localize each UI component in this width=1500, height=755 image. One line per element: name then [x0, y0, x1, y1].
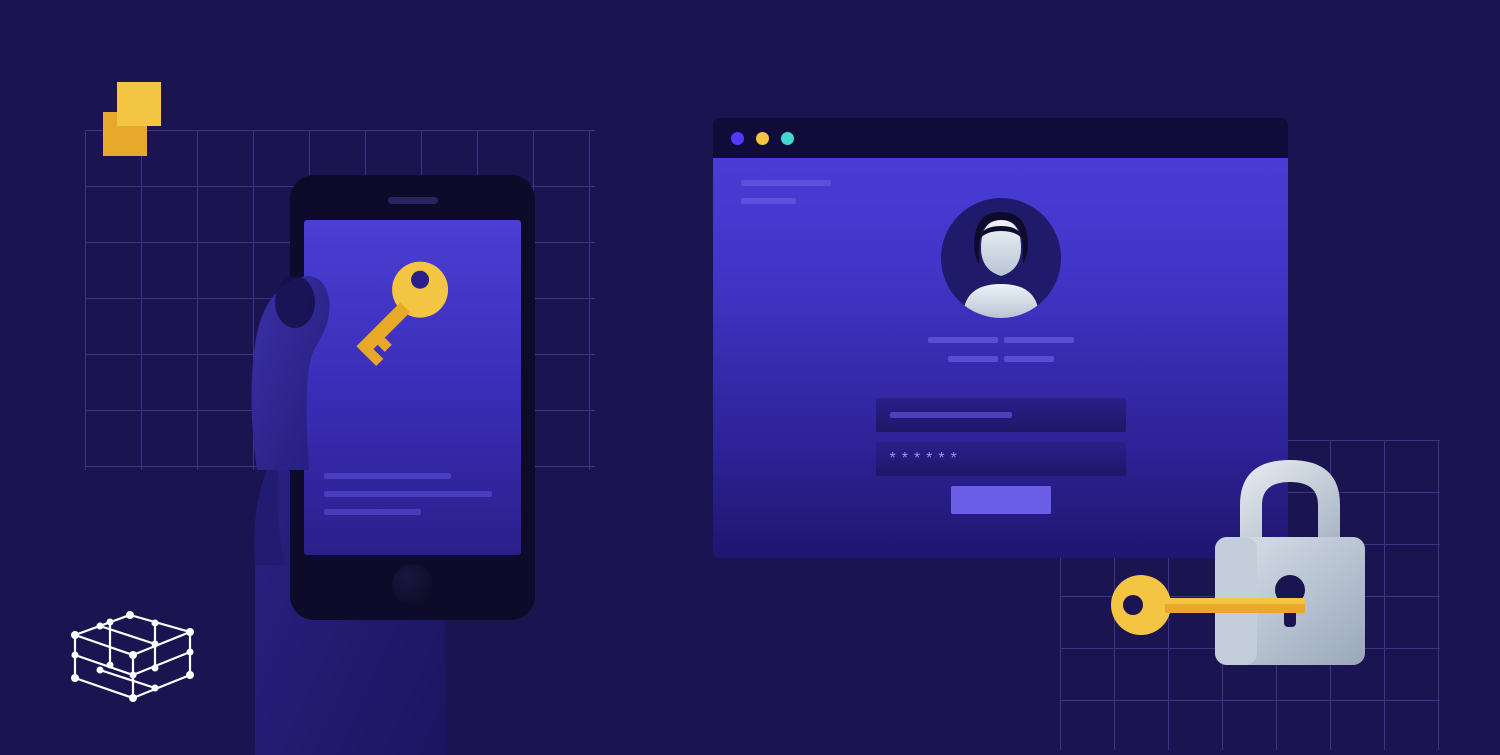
overlap-squares-icon [103, 82, 183, 162]
phone-with-hand-illustration [185, 175, 605, 755]
thumb-icon [247, 270, 347, 470]
phone-text-placeholder [324, 473, 501, 527]
phone-home-button [392, 564, 434, 606]
header-line-placeholder [741, 198, 796, 204]
traffic-light-minimize-icon [756, 132, 769, 145]
traffic-light-zoom-icon [781, 132, 794, 145]
username-input[interactable] [876, 398, 1126, 432]
login-form: ****** [876, 398, 1126, 514]
phone-speaker [388, 197, 438, 204]
key-icon [1105, 560, 1305, 650]
input-value-placeholder [890, 412, 1012, 418]
password-mask: ****** [890, 451, 963, 467]
password-input[interactable]: ****** [876, 442, 1126, 476]
header-line-placeholder [741, 180, 831, 186]
browser-titlebar [713, 118, 1288, 158]
login-button[interactable] [951, 486, 1051, 514]
user-name-placeholder [916, 333, 1086, 371]
user-avatar-icon [941, 198, 1061, 318]
key-icon [338, 250, 488, 400]
traffic-light-close-icon [731, 132, 744, 145]
